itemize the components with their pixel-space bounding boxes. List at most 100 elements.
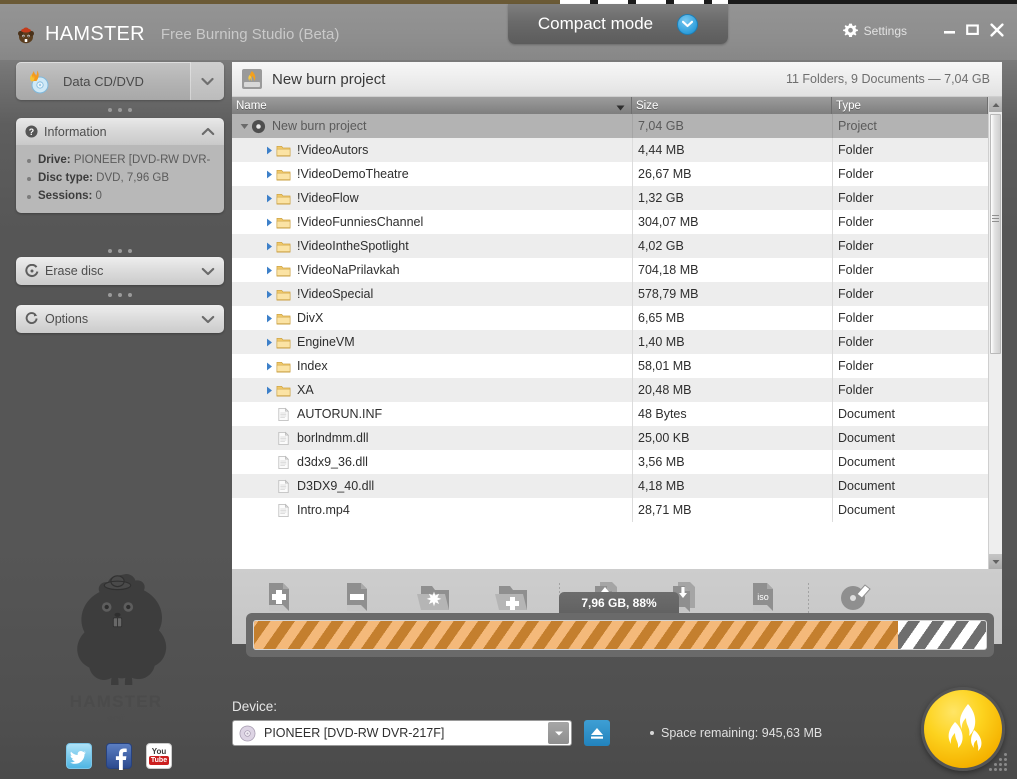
row-size-cell: 25,00 KB — [632, 426, 832, 450]
table-row[interactable]: !VideoFunniesChannel 304,07 MB Folder — [232, 210, 1002, 234]
column-header-name[interactable]: Name — [232, 97, 632, 114]
table-row[interactable]: XA 20,48 MB Folder — [232, 378, 1002, 402]
table-row[interactable]: Index 58,01 MB Folder — [232, 354, 1002, 378]
row-name-cell: !VideoFunniesChannel — [232, 210, 632, 234]
row-name-label: D3DX9_40.dll — [297, 479, 375, 493]
hamster-logo-icon — [18, 27, 34, 43]
table-row[interactable]: EngineVM 1,40 MB Folder — [232, 330, 1002, 354]
table-row[interactable]: !VideoSpecial 578,79 MB Folder — [232, 282, 1002, 306]
row-name-label: !VideoFunniesChannel — [297, 215, 424, 229]
erase-disc-panel[interactable]: Erase disc — [16, 257, 224, 285]
tree-expand-toggle[interactable] — [263, 338, 276, 347]
table-row[interactable]: Intro.mp4 28,71 MB Document — [232, 498, 1002, 522]
scrollbar-grip — [992, 215, 999, 224]
file-tree-list[interactable]: New burn project 7,04 GB Project !VideoAuto… — [232, 114, 1002, 569]
row-size-cell: 704,18 MB — [632, 258, 832, 282]
tree-expand-toggle[interactable] — [263, 266, 276, 275]
eject-icon — [591, 728, 603, 739]
erase-disc-label: Erase disc — [45, 264, 104, 278]
table-row[interactable]: !VideoAutors 4,44 MB Folder — [232, 138, 1002, 162]
column-header-size[interactable]: Size — [632, 97, 832, 114]
row-type-cell: Document — [832, 498, 988, 522]
options-panel[interactable]: Options — [16, 305, 224, 333]
table-row[interactable]: AUTORUN.INF 48 Bytes Document — [232, 402, 1002, 426]
row-type-cell: Folder — [832, 186, 988, 210]
scrollbar-thumb[interactable] — [990, 114, 1001, 354]
device-area: Device: PIONEER [DVD-RW DVR-217F] Space … — [232, 696, 1002, 766]
file-list-scrollbar[interactable] — [988, 97, 1002, 569]
resize-grip[interactable] — [981, 749, 1007, 771]
info-value-disc-type: DVD, 7,96 GB — [96, 172, 170, 184]
tree-expand-toggle[interactable] — [263, 386, 276, 395]
table-row[interactable]: D3DX9_40.dll 4,18 MB Document — [232, 474, 1002, 498]
table-row[interactable]: !VideoIntheSpotlight 4,02 GB Folder — [232, 234, 1002, 258]
folder-icon — [276, 217, 291, 228]
scroll-down-button[interactable] — [989, 554, 1002, 569]
row-name-label: !VideoSpecial — [297, 287, 374, 301]
tree-expand-toggle[interactable] — [263, 170, 276, 179]
twitter-icon[interactable] — [66, 743, 92, 769]
folder-icon — [276, 193, 291, 204]
device-select[interactable]: PIONEER [DVD-RW DVR-217F] — [232, 720, 572, 746]
compact-mode-button[interactable]: Compact mode — [508, 4, 728, 44]
source-type-select[interactable]: Data CD/DVD — [16, 62, 224, 100]
row-name-cell: borlndmm.dll — [232, 426, 632, 450]
tree-expand-toggle[interactable] — [263, 314, 276, 323]
capacity-progress-fill — [254, 621, 899, 649]
folder-icon — [276, 241, 291, 252]
row-size-cell: 304,07 MB — [632, 210, 832, 234]
row-type-cell: Folder — [832, 378, 988, 402]
row-name-label: !VideoIntheSpotlight — [297, 239, 409, 253]
row-type-cell: Folder — [832, 306, 988, 330]
tree-expand-toggle[interactable] — [263, 146, 276, 155]
table-row[interactable]: New burn project 7,04 GB Project — [232, 114, 1002, 138]
app-brand-subtitle: Free Burning Studio (Beta) — [160, 26, 340, 43]
row-size-cell: 6,65 MB — [632, 306, 832, 330]
information-panel-body: Drive: PIONEER [DVD-RW DVR- Disc type: D… — [16, 145, 224, 213]
chevron-down-icon — [201, 315, 215, 323]
row-name-label: !VideoDemoTheatre — [297, 167, 409, 181]
row-size-cell: 4,44 MB — [632, 138, 832, 162]
row-size-cell: 578,79 MB — [632, 282, 832, 306]
eject-button[interactable] — [584, 720, 610, 746]
chevron-down-icon — [548, 722, 569, 744]
minimize-button[interactable] — [943, 23, 956, 36]
table-row[interactable]: DivX 6,65 MB Folder — [232, 306, 1002, 330]
sidebar: Data CD/DVD ? Information Drive: PIONEER… — [0, 60, 232, 779]
folder-icon — [276, 169, 291, 180]
table-row[interactable]: !VideoFlow 1,32 GB Folder — [232, 186, 1002, 210]
youtube-icon[interactable]: You Tube — [146, 743, 172, 769]
chevron-up-icon — [201, 127, 215, 136]
row-name-label: DivX — [297, 311, 324, 325]
document-icon — [278, 479, 289, 493]
separator-dots — [16, 245, 224, 257]
scroll-up-button[interactable] — [989, 97, 1002, 112]
row-size-cell: 28,71 MB — [632, 498, 832, 522]
project-header: New burn project 11 Folders, 9 Documents… — [232, 62, 1002, 97]
tree-expand-toggle[interactable] — [263, 362, 276, 371]
row-size-cell: 58,01 MB — [632, 354, 832, 378]
maximize-button[interactable] — [966, 23, 979, 36]
tree-expand-toggle[interactable] — [263, 290, 276, 299]
tree-expand-toggle[interactable] — [263, 218, 276, 227]
info-label-drive: Drive: — [38, 154, 71, 166]
facebook-icon[interactable] — [106, 743, 132, 770]
tree-expand-toggle[interactable] — [263, 242, 276, 251]
social-links: You Tube — [66, 743, 172, 770]
information-panel-header[interactable]: ? Information — [16, 118, 224, 145]
gear-icon — [842, 23, 858, 37]
hamster-mascot-icon — [77, 574, 167, 685]
column-header-type[interactable]: Type — [832, 97, 988, 114]
close-button[interactable] — [990, 23, 1004, 37]
tree-expand-toggle[interactable] — [263, 194, 276, 203]
project-summary: 11 Folders, 9 Documents — 7,04 GB — [785, 72, 990, 86]
settings-button[interactable]: Settings — [842, 23, 907, 38]
row-size-cell: 26,67 MB — [632, 162, 832, 186]
tree-collapse-toggle[interactable] — [238, 123, 251, 130]
space-remaining: Space remaining: 945,63 MB — [650, 726, 822, 740]
table-row[interactable]: !VideoNaPrilavkah 704,18 MB Folder — [232, 258, 1002, 282]
table-row[interactable]: borlndmm.dll 25,00 KB Document — [232, 426, 1002, 450]
table-row[interactable]: !VideoDemoTheatre 26,67 MB Folder — [232, 162, 1002, 186]
table-row[interactable]: d3dx9_36.dll 3,56 MB Document — [232, 450, 1002, 474]
chevron-down-icon — [190, 62, 224, 100]
